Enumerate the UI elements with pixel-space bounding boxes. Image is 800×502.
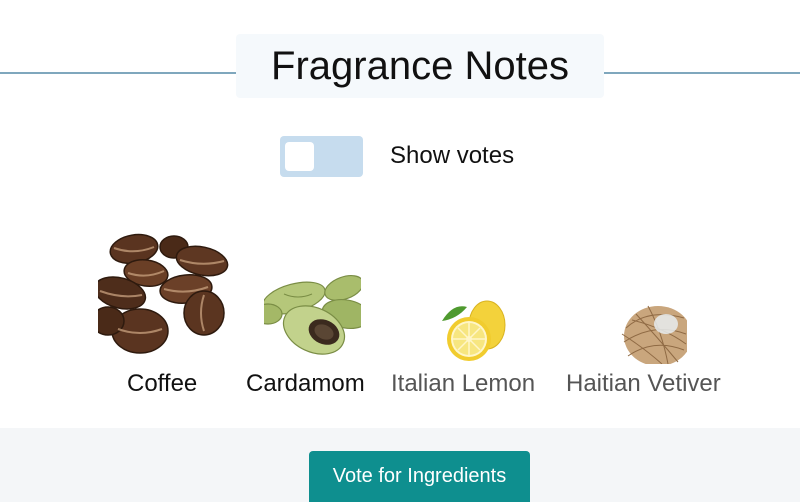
show-votes-label: Show votes <box>390 142 515 169</box>
show-votes-toggle[interactable] <box>280 136 363 177</box>
cardamom-image[interactable] <box>264 274 361 364</box>
vote-for-ingredients-button[interactable]: Vote for Ingredients <box>309 451 530 502</box>
vetiver-image[interactable] <box>618 298 687 364</box>
header-divider-left <box>0 72 236 74</box>
note-label-coffee: Coffee <box>127 370 198 397</box>
note-label-haitian-vetiver: Haitian Vetiver <box>566 370 721 397</box>
section-title: Fragrance Notes <box>236 34 604 98</box>
coffee-beans-image[interactable] <box>98 233 232 363</box>
page-title: Fragrance Notes <box>271 43 569 88</box>
toggle-knob <box>285 142 314 171</box>
note-label-cardamom: Cardamom <box>246 370 365 397</box>
lemon-image[interactable] <box>437 297 506 364</box>
header-divider-right <box>604 72 800 74</box>
note-label-italian-lemon: Italian Lemon <box>391 370 536 397</box>
